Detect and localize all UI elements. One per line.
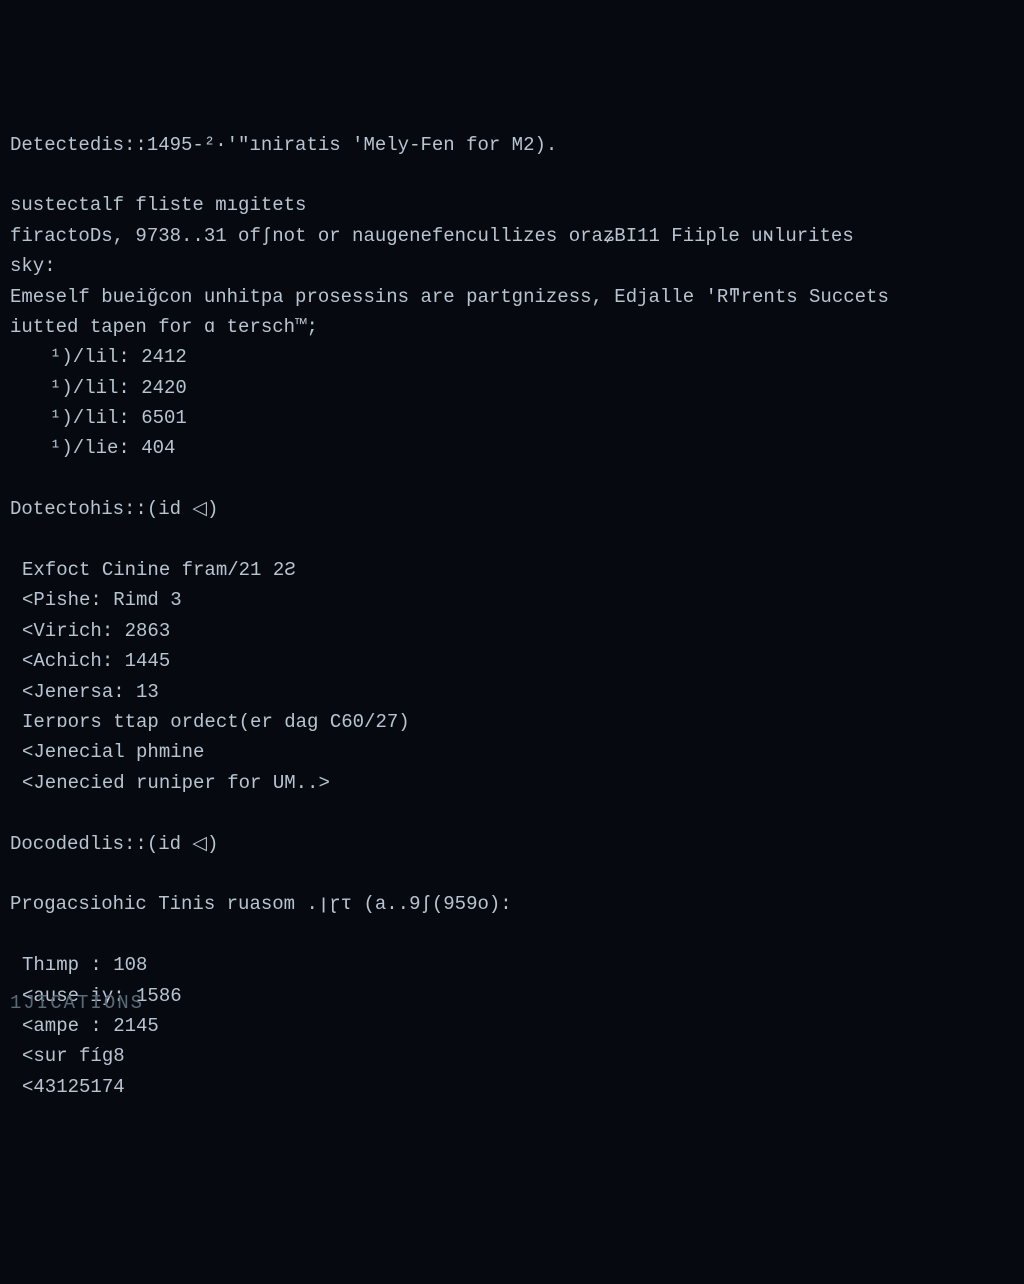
terminal-line: <Virich: 2863	[10, 616, 1014, 646]
terminal-line: <ampe : 2145	[10, 1011, 1014, 1041]
terminal-line: sustectalf fliste mıgitets	[10, 190, 1014, 220]
terminal-output: Detectedis::1495-²·'"ıniratis 'Mely-Fen …	[10, 130, 1014, 1103]
terminal-line: <Jenersa: 13	[10, 677, 1014, 707]
terminal-line: <Jenecial phmine	[10, 737, 1014, 767]
terminal-line: Exfoct Cinine fram/21 2Ƨ	[10, 555, 1014, 585]
terminal-line: Detectedis::1495-²·'"ıniratis 'Mely-Fen …	[10, 130, 1014, 160]
terminal-line: Thımp : 108	[10, 950, 1014, 980]
terminal-line	[10, 464, 1014, 494]
terminal-line: ¹)/lil: 2412	[10, 342, 1014, 372]
terminal-line: Progacsiohic Tinis ruasom .ןɽτ (a..9ʃ(95…	[10, 889, 1014, 919]
terminal-line: Dotectohis::(id ◁)	[10, 494, 1014, 524]
terminal-line: sky:	[10, 251, 1014, 281]
terminal-line	[10, 859, 1014, 889]
terminal-line: <sur fíg8	[10, 1041, 1014, 1071]
terminal-line: <Jenecied runiper for UM..>	[10, 768, 1014, 798]
terminal-line: ¹)/lil: 6501	[10, 403, 1014, 433]
terminal-line: Ierɒors ttap ordect(er dag C60/27)	[10, 707, 1014, 737]
footer-label: 1JICATIONS	[10, 988, 144, 1018]
terminal-line: <43125174	[10, 1072, 1014, 1102]
terminal-line: Emeself bueiğcon unhitpa prosessins are …	[10, 282, 1014, 312]
terminal-line: Docodedlis::(id ◁)	[10, 829, 1014, 859]
terminal-line: iutted tapen for ɑ tersch™;	[10, 312, 1014, 342]
terminal-line: ¹)/lil: 2420	[10, 373, 1014, 403]
terminal-line	[10, 920, 1014, 950]
terminal-line: firactoDs, 9738..31 ofʃnot or naugenefen…	[10, 221, 1014, 251]
terminal-line: <Achich: 1445	[10, 646, 1014, 676]
terminal-line	[10, 160, 1014, 190]
terminal-line: <Pishe: Rimd 3	[10, 585, 1014, 615]
terminal-line: <ause iy: 1586	[10, 981, 1014, 1011]
terminal-line	[10, 525, 1014, 555]
terminal-line: ¹)/lie: 404	[10, 433, 1014, 463]
terminal-line	[10, 798, 1014, 828]
